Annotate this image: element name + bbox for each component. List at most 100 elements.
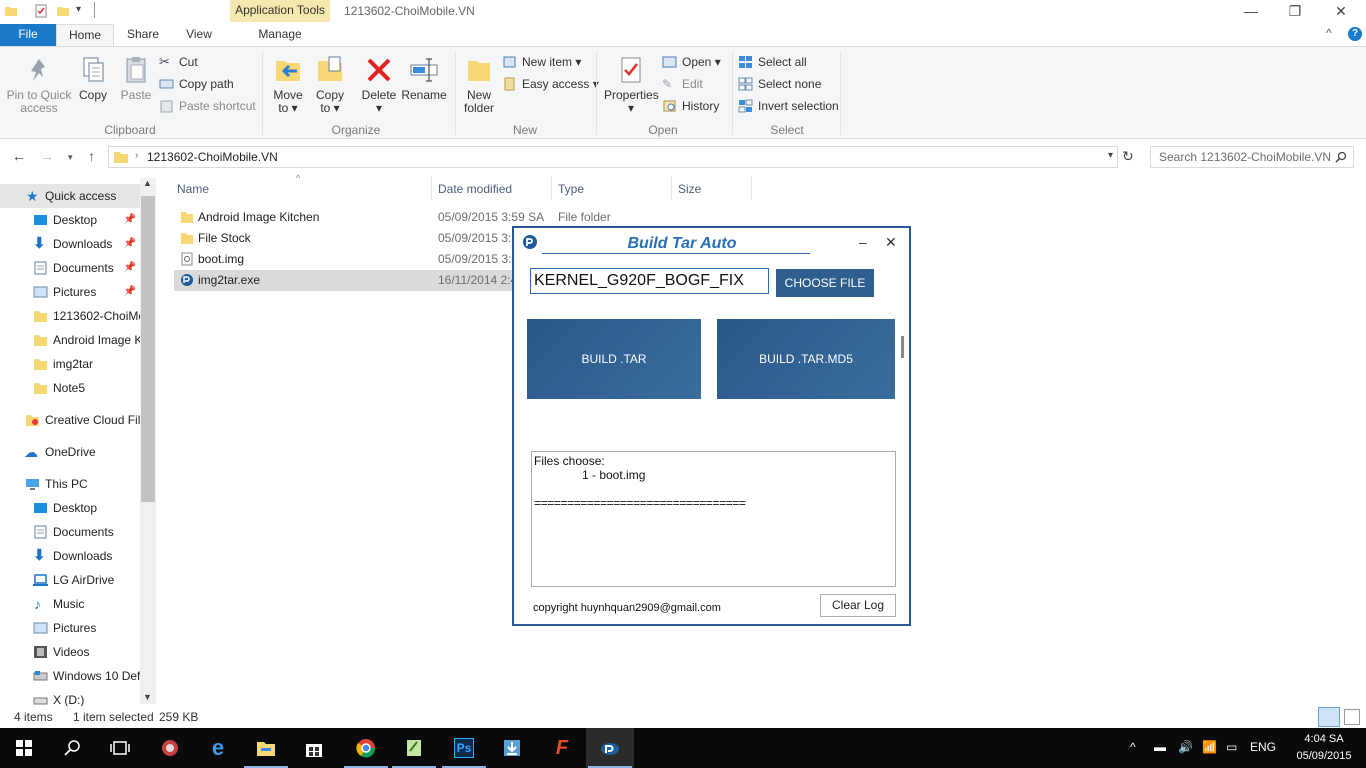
properties-qa-icon[interactable]	[34, 4, 48, 18]
taskbar-app-file-explorer[interactable]	[242, 728, 290, 768]
build-tar-button[interactable]: BUILD .TAR	[527, 319, 701, 399]
copy-path-button[interactable]: Copy path	[159, 74, 234, 94]
nav-item-pc-documents[interactable]: Documents	[0, 520, 140, 544]
taskbar-app-photoshop[interactable]: Ps	[440, 728, 488, 768]
recent-locations-chevron-icon[interactable]: ▾	[68, 152, 73, 163]
tab-home[interactable]: Home	[56, 24, 114, 46]
clear-log-button[interactable]: Clear Log	[820, 594, 896, 617]
taskbar-app-chrome[interactable]	[342, 728, 390, 768]
network-icon[interactable]: 📶	[1202, 740, 1217, 754]
select-all-button[interactable]: Select all	[738, 52, 807, 72]
nav-item-windows-10-drive[interactable]: Windows 10 Default	[0, 664, 140, 688]
taskbar-app-downloader[interactable]	[488, 728, 536, 768]
new-folder-qa-icon[interactable]	[56, 4, 70, 18]
paste-button[interactable]: Paste	[118, 55, 154, 102]
back-arrow-icon[interactable]: ←	[12, 148, 26, 164]
scrollbar-thumb[interactable]	[141, 196, 155, 502]
ribbon-collapse-icon[interactable]: ^	[1326, 26, 1332, 40]
taskbar-clock[interactable]: 4:04 SA 05/09/2015	[1284, 731, 1364, 765]
dialog-minimize-button[interactable]: –	[859, 234, 867, 250]
taskbar-app-snipping[interactable]	[146, 728, 194, 768]
search-taskbar-button[interactable]	[48, 728, 96, 768]
column-separator[interactable]	[671, 176, 672, 200]
address-dropdown-icon[interactable]: ▾	[1108, 150, 1113, 161]
dialog-close-button[interactable]: ✕	[885, 234, 897, 251]
address-bar[interactable]: › 1213602-ChoiMobile.VN ▾	[108, 146, 1118, 168]
taskbar-app-flashtool[interactable]: F	[538, 728, 586, 768]
column-separator[interactable]	[431, 176, 432, 200]
taskbar-app-notepad[interactable]	[390, 728, 438, 768]
forward-arrow-icon[interactable]: →	[40, 148, 54, 164]
choose-file-button[interactable]: CHOOSE FILE	[776, 269, 874, 297]
nav-item-x-drive[interactable]: X (D:)	[0, 688, 140, 706]
column-separator[interactable]	[751, 176, 752, 200]
tab-manage[interactable]: Manage	[230, 24, 330, 46]
nav-item-1213602-choimobile[interactable]: 1213602-ChoiMobile.VN	[0, 304, 140, 328]
nav-item-videos[interactable]: Videos	[0, 640, 140, 664]
move-to-button[interactable]: Move to ▾	[270, 55, 306, 115]
pin-quick-access-button[interactable]: Pin to Quick access	[6, 55, 72, 115]
file-row-selected[interactable]: img2tar.exe 16/11/2014 2:4	[174, 270, 512, 291]
nav-item-downloads[interactable]: ⬇ Downloads 📌	[0, 232, 140, 256]
tab-file[interactable]: File	[0, 24, 56, 46]
address-path[interactable]: 1213602-ChoiMobile.VN	[147, 150, 278, 164]
column-header-name[interactable]: Name	[177, 182, 209, 196]
copy-to-button[interactable]: Copy to ▾	[312, 55, 348, 115]
open-button[interactable]: Open ▾	[662, 52, 721, 72]
tab-view[interactable]: View	[172, 24, 226, 46]
new-folder-button[interactable]: New folder	[460, 55, 498, 115]
breadcrumb-chevron-icon[interactable]: ›	[135, 150, 138, 161]
delete-button[interactable]: Delete ▾	[360, 55, 398, 115]
file-row[interactable]: Android Image Kitchen 05/09/2015 3:59 SA	[174, 207, 544, 228]
details-view-icon[interactable]	[1318, 707, 1340, 727]
restore-button[interactable]: ❐	[1272, 0, 1318, 24]
close-button[interactable]: ✕	[1318, 0, 1364, 24]
show-hidden-icons-icon[interactable]: ^	[1130, 740, 1136, 754]
rename-button[interactable]: Rename	[400, 55, 448, 102]
properties-button[interactable]: Properties ▾	[604, 55, 659, 115]
nav-item-music[interactable]: ♪ Music	[0, 592, 140, 616]
nav-item-pc-pictures[interactable]: Pictures	[0, 616, 140, 640]
nav-item-lg-airdrive[interactable]: LG AirDrive	[0, 568, 140, 592]
nav-item-note5[interactable]: Note5	[0, 376, 140, 400]
copy-button[interactable]: Copy	[76, 55, 110, 102]
taskbar-app-build-tar[interactable]	[586, 728, 634, 768]
nav-item-creative-cloud[interactable]: Creative Cloud Files	[0, 408, 140, 432]
scroll-down-icon[interactable]: ▼	[143, 692, 152, 702]
nav-item-desktop[interactable]: Desktop 📌	[0, 208, 140, 232]
log-textarea[interactable]: Files choose: 1 - boot.img =============…	[531, 451, 896, 587]
input-language[interactable]: ENG	[1250, 740, 1276, 754]
kernel-name-input[interactable]: KERNEL_G920F_BOGF_FIX	[530, 268, 769, 294]
paste-shortcut-button[interactable]: Paste shortcut	[159, 96, 256, 116]
power-icon[interactable]: ▬	[1154, 740, 1166, 754]
history-button[interactable]: History	[662, 96, 719, 116]
select-none-button[interactable]: Select none	[738, 74, 821, 94]
build-tar-md5-button[interactable]: BUILD .TAR.MD5	[717, 319, 895, 399]
taskbar-app-store[interactable]	[290, 728, 338, 768]
column-separator[interactable]	[551, 176, 552, 200]
scroll-up-icon[interactable]: ▲	[143, 178, 152, 188]
large-icons-view-icon[interactable]	[1344, 709, 1360, 725]
nav-item-android-image-kitchen[interactable]: Android Image Kitchen	[0, 328, 140, 352]
nav-item-this-pc[interactable]: This PC	[0, 472, 140, 496]
file-row[interactable]: File Stock 05/09/2015 3:3	[174, 228, 512, 249]
qa-customize-icon[interactable]: ▾	[76, 4, 81, 15]
column-header-size[interactable]: Size	[678, 182, 701, 196]
search-input[interactable]: Search 1213602-ChoiMobile.VN	[1159, 150, 1331, 164]
tab-share[interactable]: Share	[116, 24, 170, 46]
edit-button[interactable]: ✎ Edit	[662, 74, 703, 94]
refresh-icon[interactable]: ↻	[1122, 148, 1134, 165]
minimize-button[interactable]: —	[1228, 0, 1274, 24]
search-box[interactable]: Search 1213602-ChoiMobile.VN	[1150, 146, 1354, 168]
nav-item-quick-access[interactable]: ★ Quick access	[0, 184, 140, 208]
up-arrow-icon[interactable]: ↑	[88, 148, 95, 164]
column-header-type[interactable]: Type	[558, 182, 584, 196]
help-icon[interactable]: ?	[1348, 27, 1362, 41]
new-item-button[interactable]: New item ▾	[502, 52, 581, 72]
easy-access-button[interactable]: Easy access ▾	[502, 74, 599, 94]
taskbar-app-edge[interactable]: e	[194, 728, 242, 768]
start-button[interactable]	[0, 728, 48, 768]
nav-item-documents[interactable]: Documents 📌	[0, 256, 140, 280]
nav-item-pc-desktop[interactable]: Desktop	[0, 496, 140, 520]
file-row[interactable]: boot.img 05/09/2015 3:5	[174, 249, 512, 270]
